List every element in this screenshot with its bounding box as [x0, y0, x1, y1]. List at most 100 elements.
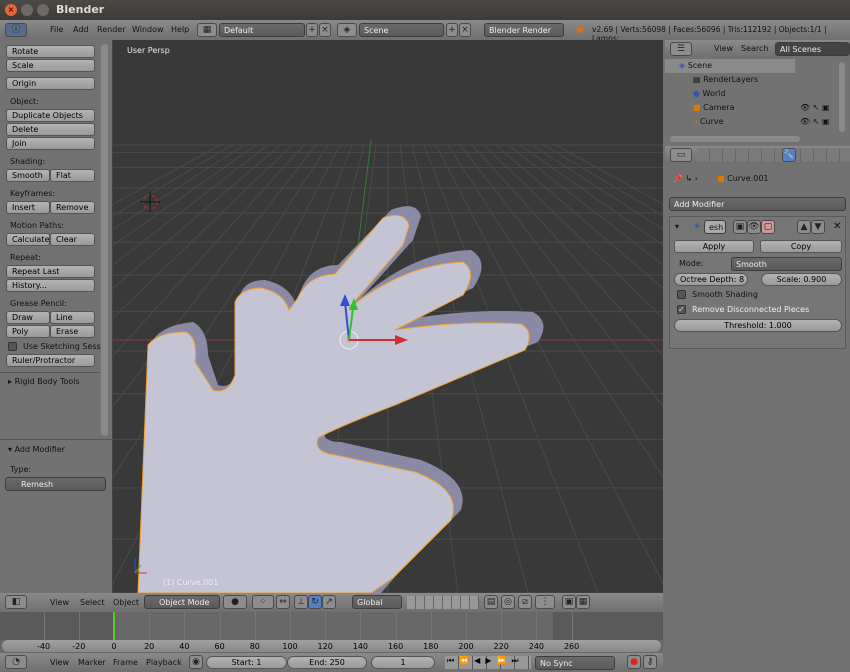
outliner-menu-view[interactable]: View [714, 44, 733, 53]
menu-help[interactable]: Help [171, 25, 189, 34]
render-toggle-icon[interactable]: ▣ [733, 220, 747, 234]
erase-button[interactable]: Erase [50, 325, 95, 338]
editmode-toggle-icon[interactable]: ▢ [761, 220, 775, 234]
origin-button[interactable]: Origin [6, 77, 95, 90]
tool-shelf-scrollbar[interactable] [101, 44, 108, 436]
maximize-window-button[interactable] [37, 4, 49, 16]
mode-select[interactable]: Object Mode [144, 595, 220, 609]
end-frame-field[interactable]: End: 250 [287, 656, 367, 669]
record-icon[interactable]: ● [627, 655, 641, 669]
layout-field[interactable]: Default [219, 23, 305, 37]
repeat-last-button[interactable]: Repeat Last [6, 265, 95, 278]
smooth-button[interactable]: Smooth [6, 169, 50, 182]
menu-view[interactable]: View [50, 598, 69, 607]
collapse-icon[interactable]: ▾ [675, 222, 679, 231]
menu-file[interactable]: File [50, 25, 63, 34]
outliner-item-renderlayers[interactable]: ▤ RenderLayers [665, 73, 850, 87]
outliner-item-curve[interactable]: ↄ Curve 👁 ↖ ▣ [665, 115, 850, 129]
line-button[interactable]: Line [50, 311, 95, 324]
current-frame-marker[interactable] [113, 612, 115, 640]
outliner-scrollbar[interactable] [839, 62, 845, 132]
outliner-menu-search[interactable]: Search [741, 44, 768, 53]
octree-depth-field[interactable]: Octree Depth: 8 [674, 273, 748, 286]
render-opengl-icon[interactable]: ▣ [562, 595, 576, 609]
3d-view-editor-icon[interactable]: ◧ [5, 595, 27, 609]
remove-keyframe-button[interactable]: Remove [50, 201, 95, 214]
type-select[interactable]: Remesh [5, 477, 106, 491]
delete-button[interactable]: Delete [6, 123, 95, 136]
calculate-button[interactable]: Calculate [6, 233, 50, 246]
clear-button[interactable]: Clear [50, 233, 95, 246]
viewport-toggle-icon[interactable]: 👁 [747, 220, 761, 234]
keying-icon[interactable]: ⚷ [643, 655, 657, 669]
smooth-shading-checkbox[interactable] [677, 290, 686, 299]
copy-button[interactable]: Copy [760, 240, 842, 253]
ruler-button[interactable]: Ruler/Protractor [6, 354, 95, 367]
mode-select[interactable]: Smooth [731, 257, 842, 271]
add-modifier-select[interactable]: Add Modifier [669, 197, 846, 211]
menu-add[interactable]: Add [73, 25, 89, 34]
outliner-filter-select[interactable]: All Scenes [775, 42, 850, 56]
close-window-button[interactable]: × [5, 4, 17, 16]
menu-render[interactable]: Render [97, 25, 125, 34]
join-button[interactable]: Join [6, 137, 95, 150]
threshold-field[interactable]: Threshold: 1.000 [674, 319, 842, 332]
manipulator-toggle-icon[interactable]: ⇔ [276, 595, 290, 609]
outliner-editor-icon[interactable]: ☰ [670, 42, 692, 56]
scale-manipulator-icon[interactable]: ↗ [322, 595, 336, 609]
shading-icon[interactable]: ● [223, 595, 247, 609]
scale-field[interactable]: Scale: 0.900 [761, 273, 842, 286]
3d-viewport[interactable]: User Persp (1) Curve.001 [113, 40, 663, 593]
snap-element-icon[interactable]: ⋮ [535, 595, 555, 609]
timeline[interactable]: -40 -20 0 20 40 60 80 100 120 140 160 180 200 220 240 2… [0, 612, 663, 654]
sketching-checkbox[interactable] [8, 342, 17, 351]
add-layout-icon[interactable]: + [306, 23, 318, 37]
editor-type-icon[interactable]: ⓘ [5, 23, 27, 37]
scale-button[interactable]: Scale [6, 59, 95, 72]
properties-editor-icon[interactable]: ▭ [670, 148, 692, 162]
viewport-canvas[interactable] [113, 40, 663, 593]
translate-icon[interactable]: ⊥ [294, 595, 308, 609]
insert-keyframe-button[interactable]: Insert [6, 201, 50, 214]
render-engine-select[interactable]: Blender Render [484, 23, 564, 37]
operator-panel-header[interactable]: ▾ Add Modifier [8, 445, 65, 454]
render-animation-icon[interactable]: ▦ [576, 595, 590, 609]
menu-playback[interactable]: Playback [146, 658, 182, 667]
add-scene-icon[interactable]: + [446, 23, 458, 37]
rotate-button[interactable]: Rotate [6, 45, 95, 58]
flat-button[interactable]: Flat [50, 169, 95, 182]
menu-marker[interactable]: Marker [78, 658, 106, 667]
draw-button[interactable]: Draw [6, 311, 50, 324]
proportional-edit-icon[interactable]: ◎ [501, 595, 515, 609]
duplicate-objects-button[interactable]: Duplicate Objects [6, 109, 95, 122]
rigid-body-panel[interactable]: ▸ Rigid Body Tools [8, 377, 80, 386]
layers-grid[interactable] [407, 596, 479, 609]
outliner-item-scene[interactable]: ◈ Scene [665, 59, 795, 73]
menu-select[interactable]: Select [80, 598, 105, 607]
remove-layout-icon[interactable]: × [319, 23, 331, 37]
menu-window[interactable]: Window [132, 25, 164, 34]
poly-button[interactable]: Poly [6, 325, 50, 338]
preview-range-icon[interactable]: ◉ [189, 655, 203, 669]
sync-select[interactable]: No Sync [535, 656, 615, 670]
remove-disconnected-checkbox[interactable]: ✓ [677, 305, 686, 314]
outliner-item-camera[interactable]: ■ Camera 👁 ↖ ▣ [665, 101, 850, 115]
remove-modifier-icon[interactable]: ✕ [833, 221, 841, 232]
current-frame-field[interactable]: 1 [371, 656, 435, 669]
move-up-icon[interactable]: ▲ [797, 220, 811, 234]
menu-frame[interactable]: Frame [113, 658, 138, 667]
timeline-editor-icon[interactable]: ◔ [5, 655, 27, 669]
scene-icon[interactable]: ◈ [337, 23, 357, 37]
snap-icon[interactable]: ⧄ [518, 595, 532, 609]
apply-button[interactable]: Apply [674, 240, 754, 253]
remove-scene-icon[interactable]: × [459, 23, 471, 37]
pivot-icon[interactable]: ⁘ [252, 595, 274, 609]
scene-field[interactable]: Scene [359, 23, 444, 37]
rotate-manipulator-icon[interactable]: ↻ [308, 595, 322, 609]
start-frame-field[interactable]: Start: 1 [206, 656, 287, 669]
minimize-window-button[interactable] [21, 4, 33, 16]
orientation-select[interactable]: Global [352, 595, 402, 609]
layout-icon[interactable]: ▦ [197, 23, 217, 37]
menu-object[interactable]: Object [113, 598, 139, 607]
pin-icon[interactable]: 📌 ↳ › [673, 174, 698, 183]
